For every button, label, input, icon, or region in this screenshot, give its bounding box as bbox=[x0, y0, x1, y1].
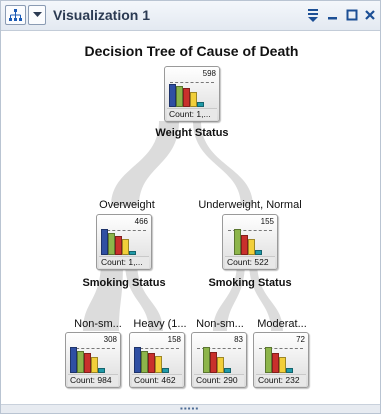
node-bar bbox=[162, 368, 169, 373]
node-bar bbox=[210, 352, 217, 373]
branch-label-l1: Non-sm... bbox=[74, 318, 122, 330]
node-max-value: 466 bbox=[134, 217, 148, 226]
node-count: Count: 522 bbox=[225, 256, 275, 268]
node-bar bbox=[70, 347, 77, 373]
node-count: Count: 1,... bbox=[99, 256, 149, 268]
node-bar bbox=[148, 353, 155, 373]
grip-icon[interactable]: ▪▪▪▪▪ bbox=[180, 405, 199, 413]
node-bar-chart bbox=[169, 77, 204, 107]
node-bar bbox=[265, 347, 272, 373]
node-bar bbox=[272, 353, 279, 373]
node-bar bbox=[286, 368, 293, 373]
tree-node-leaf-3[interactable]: 83 Count: 290 bbox=[191, 332, 247, 388]
node-bar bbox=[190, 92, 197, 107]
node-split-label-n1: Smoking Status bbox=[82, 277, 166, 289]
node-bar-chart bbox=[196, 343, 231, 373]
node-count: Count: 232 bbox=[256, 374, 306, 386]
node-count: Count: 984 bbox=[68, 374, 118, 386]
node-bar bbox=[108, 233, 115, 255]
tree-node-overweight[interactable]: 466 Count: 1,... bbox=[96, 214, 152, 270]
node-bar bbox=[203, 347, 210, 373]
bottom-resize-bar[interactable]: ▪▪▪▪▪ bbox=[1, 404, 380, 413]
node-max-value: 158 bbox=[167, 335, 181, 344]
node-bar bbox=[183, 88, 190, 107]
node-split-label-root: Weight Status bbox=[155, 127, 229, 139]
node-bar bbox=[197, 102, 204, 107]
node-bar bbox=[255, 250, 262, 255]
node-max-value: 598 bbox=[202, 69, 216, 78]
node-max-value: 155 bbox=[260, 217, 274, 226]
node-bar bbox=[234, 229, 241, 255]
node-max-value: 83 bbox=[234, 335, 243, 344]
node-bar bbox=[224, 368, 231, 373]
node-bar bbox=[122, 239, 129, 255]
node-bar bbox=[134, 347, 141, 373]
branch-label-underweight-normal: Underweight, Normal bbox=[198, 199, 302, 211]
node-bar bbox=[129, 251, 136, 255]
node-bar bbox=[77, 351, 84, 373]
node-max-value: 72 bbox=[296, 335, 305, 344]
node-bar bbox=[141, 351, 148, 373]
node-bar bbox=[217, 357, 224, 373]
visualization-window: Visualization 1 Decision Tree of Cause o… bbox=[0, 0, 381, 414]
node-bar bbox=[248, 239, 255, 255]
tree-node-underweight-normal[interactable]: 155 Count: 522 bbox=[222, 214, 278, 270]
node-bar-chart bbox=[70, 343, 105, 373]
node-count: Count: 1,... bbox=[167, 108, 217, 120]
node-max-value: 308 bbox=[103, 335, 117, 344]
node-bar-chart bbox=[134, 343, 169, 373]
tree-node-leaf-4[interactable]: 72 Count: 232 bbox=[253, 332, 309, 388]
node-split-label-n2: Smoking Status bbox=[208, 277, 292, 289]
tree-node-root[interactable]: 598 Count: 1,... bbox=[164, 66, 220, 122]
node-bar bbox=[101, 229, 108, 255]
node-bar bbox=[155, 356, 162, 373]
branch-label-l3: Non-sm... bbox=[196, 318, 244, 330]
node-bar-chart bbox=[227, 225, 262, 255]
node-bar-chart bbox=[258, 343, 293, 373]
node-bar bbox=[176, 86, 183, 107]
node-bar bbox=[169, 84, 176, 107]
branch-label-overweight: Overweight bbox=[99, 199, 155, 211]
branch-label-l4: Moderat... bbox=[257, 318, 307, 330]
tree-node-leaf-1[interactable]: 308 Count: 984 bbox=[65, 332, 121, 388]
node-bar bbox=[279, 357, 286, 373]
branch-label-l2: Heavy (1... bbox=[133, 318, 187, 330]
tree-node-leaf-2[interactable]: 158 Count: 462 bbox=[129, 332, 185, 388]
node-bar bbox=[91, 357, 98, 373]
node-bar-chart bbox=[101, 225, 136, 255]
node-bar bbox=[98, 368, 105, 373]
node-bar bbox=[115, 236, 122, 255]
node-count: Count: 290 bbox=[194, 374, 244, 386]
node-bar bbox=[241, 235, 248, 255]
node-bar bbox=[84, 353, 91, 373]
node-count: Count: 462 bbox=[132, 374, 182, 386]
